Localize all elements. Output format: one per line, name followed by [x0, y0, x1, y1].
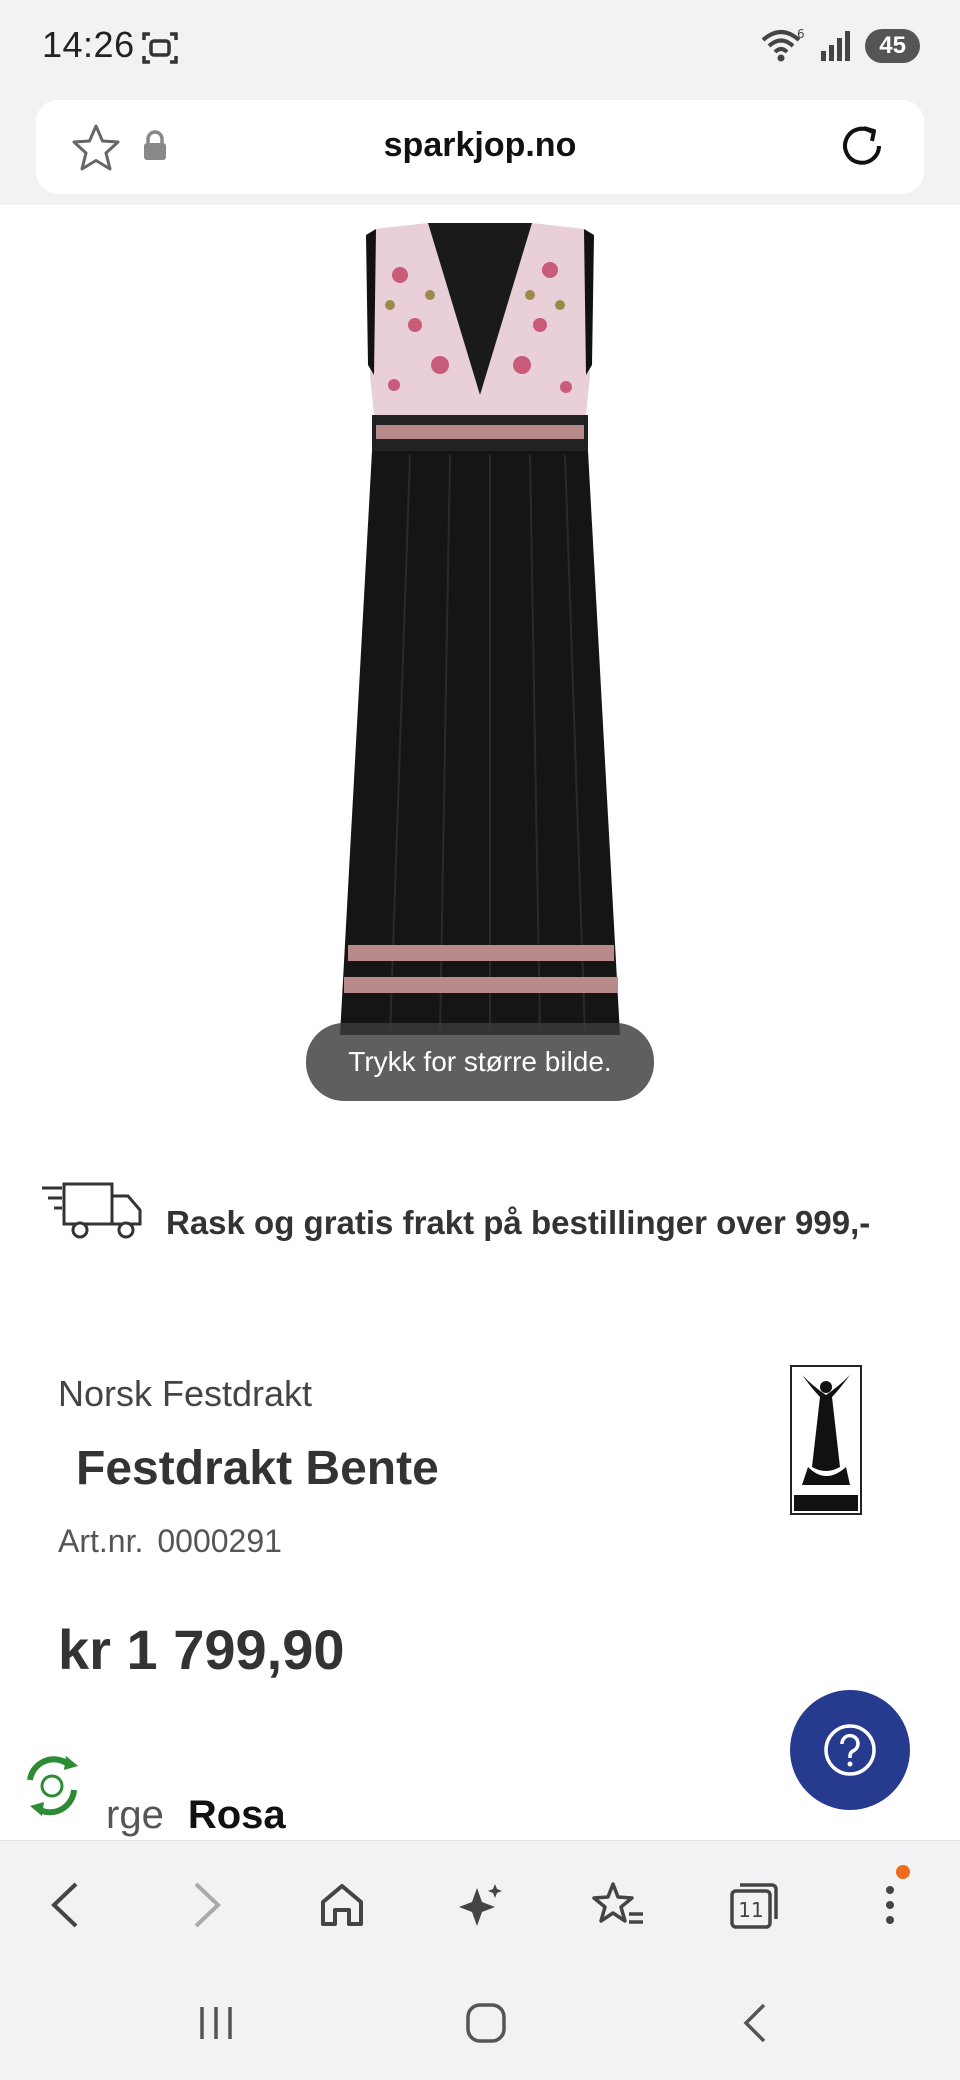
- product-title: Festdrakt Bente: [76, 1442, 439, 1495]
- artnr-label: Art.nr.: [58, 1523, 144, 1559]
- color-value: Rosa: [187, 1793, 286, 1837]
- shipping-info: Rask og gratis frakt på bestillinger ove…: [40, 1180, 940, 1260]
- product-price: kr 1 799,90: [58, 1618, 345, 1681]
- bookmarks-icon[interactable]: [588, 1875, 648, 1935]
- brand-name[interactable]: Norsk Festdrakt: [58, 1373, 312, 1415]
- delivery-truck-icon: [40, 1180, 144, 1251]
- home-icon[interactable]: [312, 1875, 372, 1935]
- recent-apps-icon[interactable]: [186, 1993, 246, 2053]
- tabs-count: 11: [738, 1898, 763, 1922]
- status-time: 14:26: [42, 24, 135, 65]
- forward-icon[interactable]: [176, 1875, 236, 1935]
- color-row[interactable]: rge Rosa: [106, 1793, 286, 1838]
- address-bar[interactable]: sparkjop.no: [36, 100, 924, 194]
- reload-icon[interactable]: [834, 118, 890, 179]
- bottom-toolbar: 11: [0, 1840, 960, 1965]
- battery-icon: 45: [865, 29, 920, 63]
- svg-text:6: 6: [797, 27, 805, 41]
- enlarge-image-hint[interactable]: Trykk for større bilde.: [306, 1023, 654, 1101]
- recycle-icon[interactable]: [16, 1750, 88, 1827]
- wifi-icon: 6: [761, 27, 805, 62]
- signal-icon: [821, 31, 851, 61]
- article-number: Art.nr. 0000291: [58, 1523, 282, 1560]
- brand-logo[interactable]: [790, 1365, 862, 1515]
- back-nav-icon[interactable]: [726, 1993, 786, 2053]
- shipping-text: Rask og gratis frakt på bestillinger ove…: [166, 1204, 871, 1241]
- notification-badge: [896, 1865, 910, 1879]
- tabs-icon[interactable]: 11: [724, 1875, 784, 1935]
- help-button[interactable]: [790, 1690, 910, 1810]
- question-icon: [824, 1724, 876, 1776]
- home-nav-icon[interactable]: [456, 1993, 516, 2053]
- page-content: Trykk for større bilde. Rask og gratis f…: [0, 205, 960, 1840]
- browser-toolbar: sparkjop.no: [0, 100, 960, 205]
- color-label: rge: [106, 1793, 164, 1837]
- artnr-value: 0000291: [157, 1523, 282, 1559]
- url-text[interactable]: sparkjop.no: [36, 126, 924, 165]
- system-nav-bar: [0, 1965, 960, 2080]
- status-bar: 14:26 6 45: [0, 0, 960, 100]
- screenshot-icon: [140, 28, 180, 73]
- back-icon[interactable]: [36, 1875, 96, 1935]
- menu-icon[interactable]: [860, 1865, 920, 1935]
- sparkle-icon[interactable]: [450, 1875, 510, 1935]
